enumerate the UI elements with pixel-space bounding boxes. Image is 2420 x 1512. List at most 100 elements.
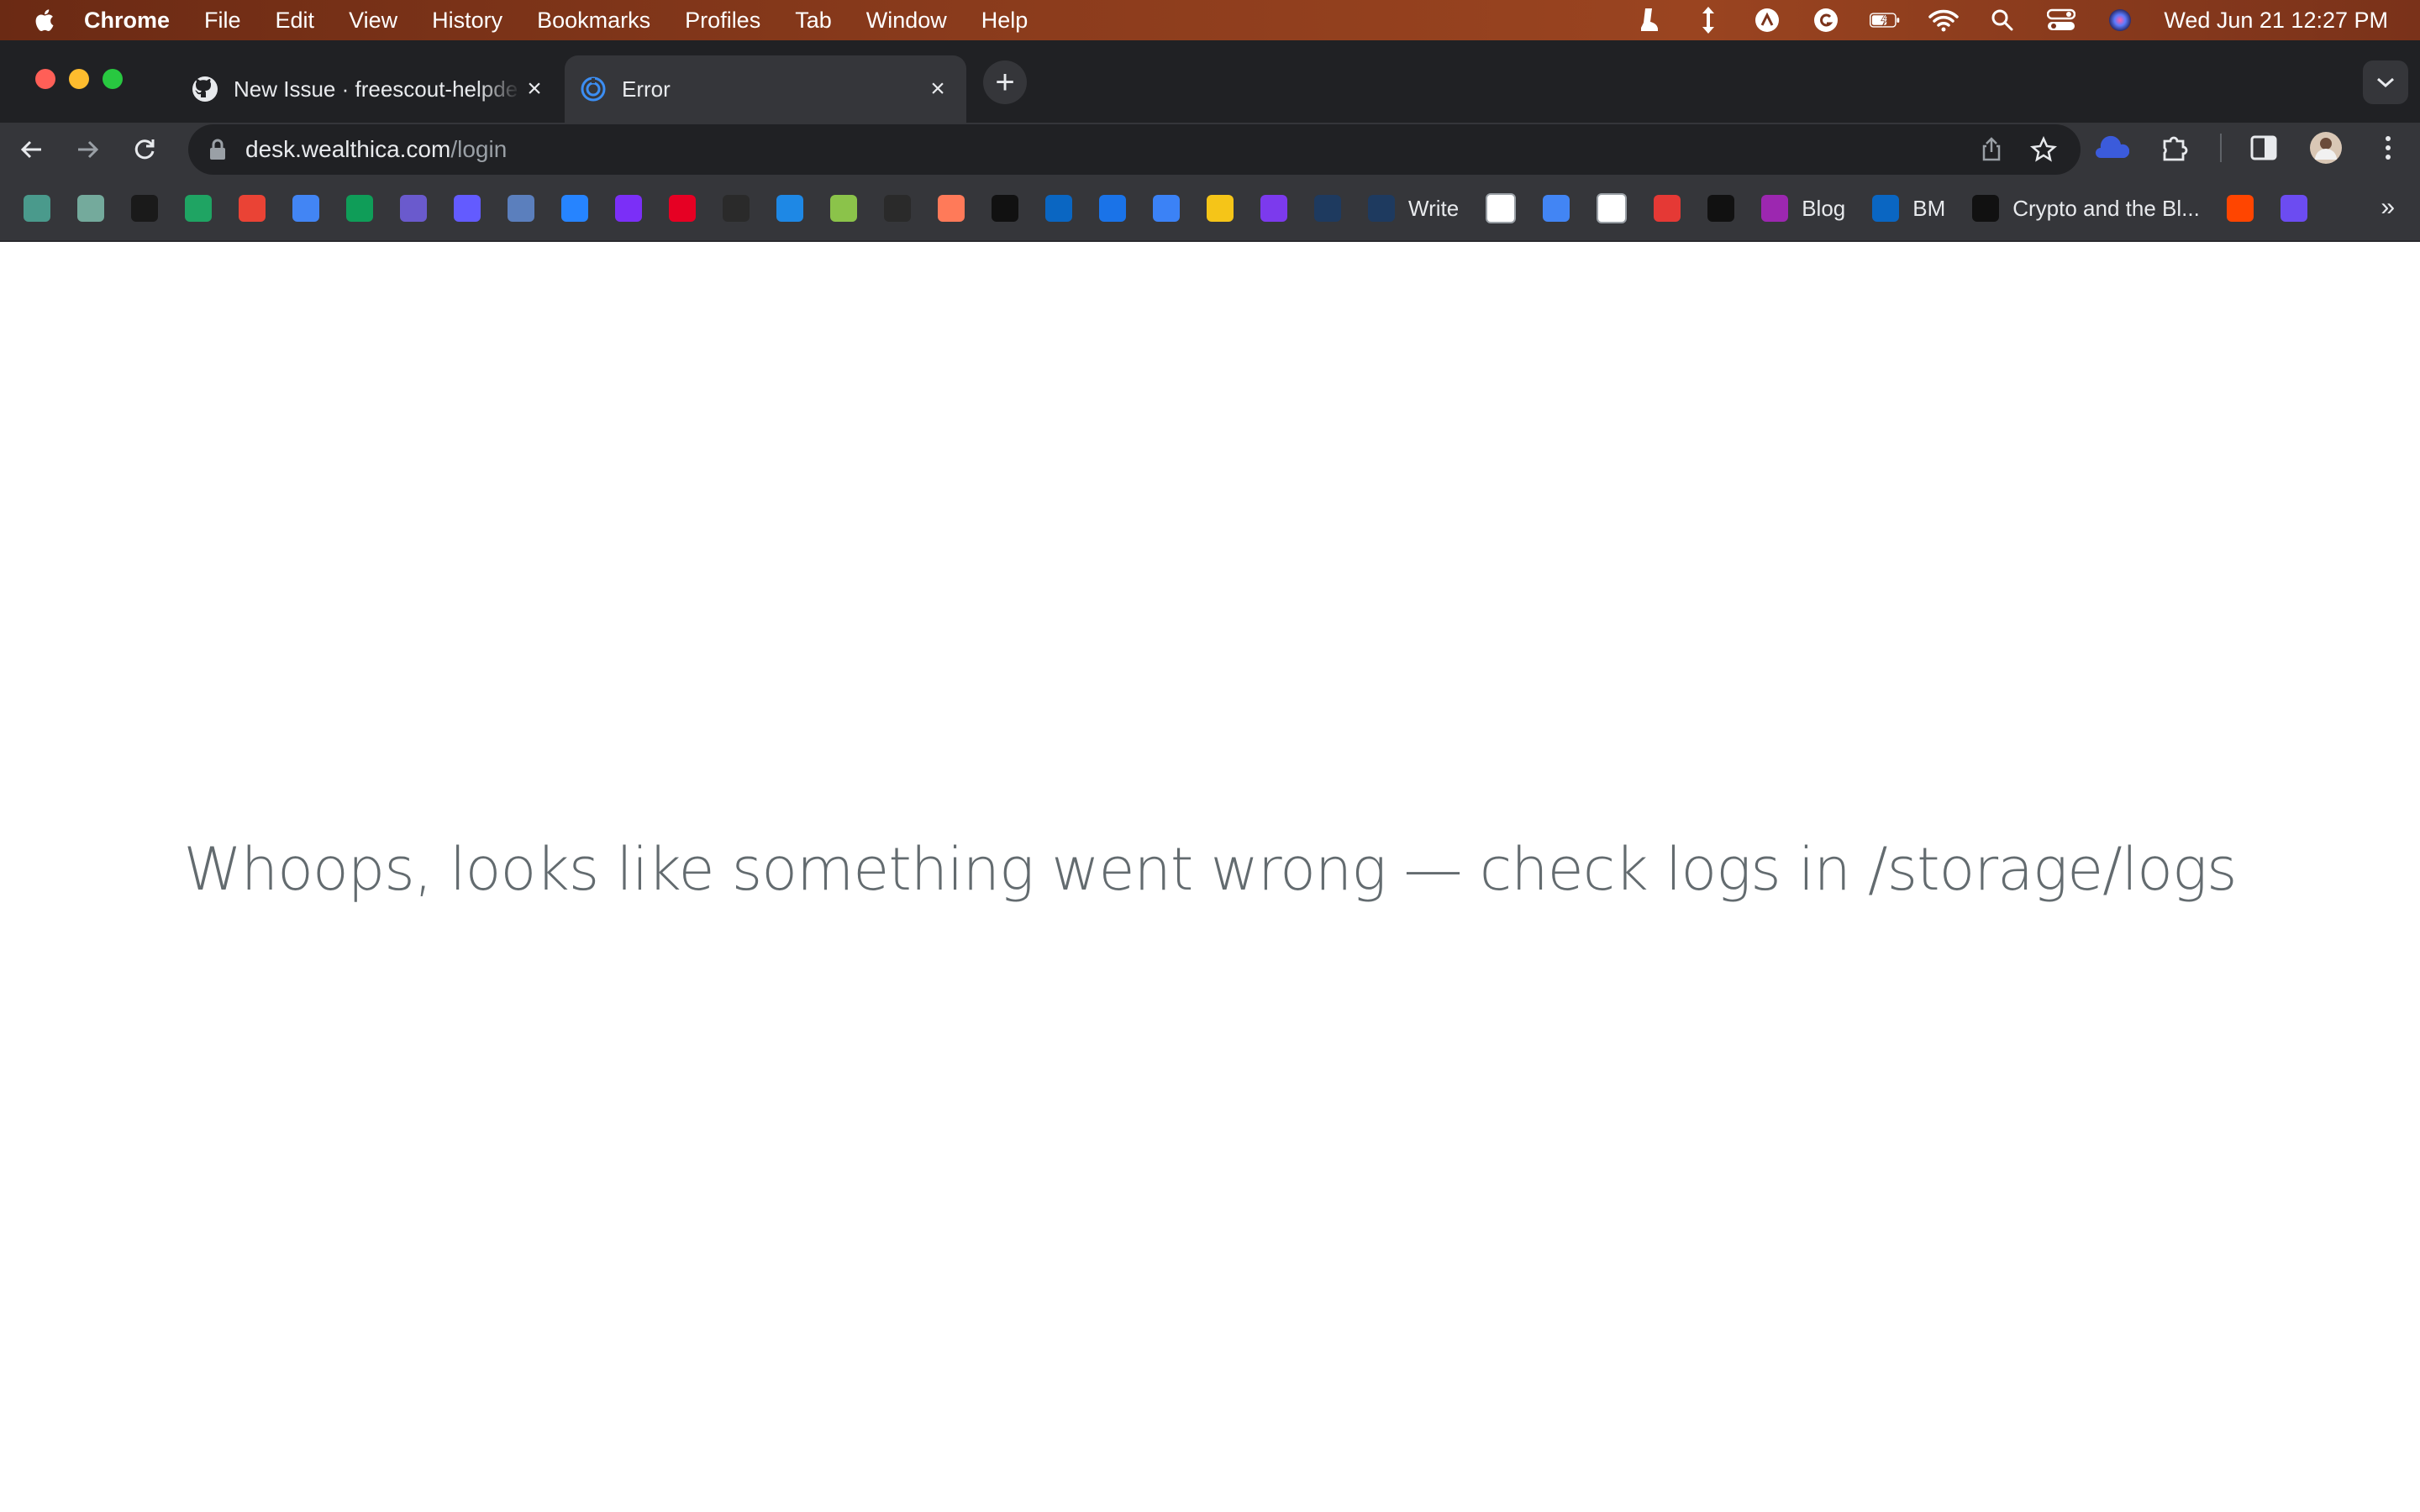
- bookmark-item[interactable]: [1045, 192, 1072, 225]
- window-minimize-button[interactable]: [69, 69, 89, 89]
- bookmark-item[interactable]: [2280, 192, 2307, 225]
- tab-new-issue[interactable]: New Issue · freescout-helpde ×: [176, 55, 563, 123]
- bookmark-item[interactable]: [1260, 192, 1287, 225]
- battery-icon[interactable]: [1870, 7, 1900, 34]
- side-panel-icon[interactable]: [2247, 131, 2281, 165]
- hubspot-icon: [938, 195, 965, 222]
- bookmark-item[interactable]: [561, 192, 588, 225]
- menu-app-name[interactable]: Chrome: [84, 8, 170, 34]
- calendar-icon: [292, 195, 319, 222]
- profile-avatar[interactable]: [2309, 131, 2343, 165]
- menu-history[interactable]: History: [432, 8, 502, 34]
- menu-profiles[interactable]: Profiles: [685, 8, 760, 34]
- gmail-icon: [239, 195, 266, 222]
- bookmark-item[interactable]: [185, 192, 212, 225]
- tab-search-button[interactable]: [2363, 60, 2408, 104]
- bookmark-item[interactable]: [24, 192, 50, 225]
- bookmark-item[interactable]: [776, 192, 803, 225]
- bookmarks-bar: Write Blog BM Crypto and the Bl... »: [0, 176, 2420, 242]
- menu-help[interactable]: Help: [981, 8, 1028, 34]
- chrome-toolbar: desk.wealthica.com/login: [0, 123, 2420, 176]
- bookmark-item[interactable]: [615, 192, 642, 225]
- bookmark-item[interactable]: Crypto and the Bl...: [1972, 192, 2200, 225]
- bookmark-item[interactable]: Blog: [1761, 192, 1845, 225]
- bookmark-item[interactable]: [723, 192, 750, 225]
- bookmarks-overflow-chevron-icon[interactable]: »: [2381, 193, 2395, 222]
- bookmark-item[interactable]: [2226, 192, 2254, 225]
- extension-cloud-icon[interactable]: [2096, 131, 2129, 165]
- bookmark-item[interactable]: [508, 192, 534, 225]
- google-icon: [1486, 193, 1517, 223]
- tab-title: New Issue · freescout-helpde: [234, 76, 518, 102]
- forward-button[interactable]: [71, 133, 104, 166]
- control-center-icon[interactable]: [2046, 7, 2076, 34]
- tab-error[interactable]: Error ×: [565, 55, 966, 123]
- shield-hex-icon: [1368, 195, 1395, 222]
- bookmark-item[interactable]: [400, 192, 427, 225]
- creative-cloud-icon[interactable]: [1752, 7, 1782, 34]
- medium-icon: [1972, 195, 2000, 222]
- wifi-icon[interactable]: [1928, 7, 1960, 34]
- pinterest-icon: [669, 195, 696, 222]
- goggles-icon: [1153, 195, 1180, 222]
- bookmark-item[interactable]: BM: [1872, 192, 1945, 225]
- more-menu-icon[interactable]: [2371, 131, 2405, 165]
- chrome-tab-strip: New Issue · freescout-helpde × Error × +: [0, 40, 2420, 123]
- menu-bookmarks[interactable]: Bookmarks: [537, 8, 650, 34]
- hexagon-icon: [615, 195, 642, 222]
- arrows-vertical-icon[interactable]: [1693, 7, 1723, 34]
- reload-button[interactable]: [128, 133, 161, 166]
- spotlight-search-icon[interactable]: [1987, 7, 2018, 34]
- s-icon: [454, 195, 481, 222]
- bookmark-item[interactable]: [884, 192, 911, 225]
- x-cross-icon: [400, 195, 427, 222]
- bookmark-item[interactable]: [938, 192, 965, 225]
- menu-edit[interactable]: Edit: [276, 8, 315, 34]
- menu-tab[interactable]: Tab: [795, 8, 832, 34]
- bookmark-item[interactable]: [131, 192, 158, 225]
- back-button[interactable]: [15, 133, 49, 166]
- bookmark-item[interactable]: Write: [1368, 192, 1459, 225]
- bookmark-item[interactable]: [1543, 192, 1570, 225]
- bookmark-item[interactable]: [1707, 192, 1735, 225]
- share-icon[interactable]: [1978, 136, 2005, 163]
- bookmark-item[interactable]: [992, 192, 1018, 225]
- window-close-button[interactable]: [35, 69, 55, 89]
- menu-file[interactable]: File: [204, 8, 241, 34]
- bookmark-item[interactable]: [239, 192, 266, 225]
- bookmark-item[interactable]: [454, 192, 481, 225]
- g-lowercase-icon: [884, 195, 911, 222]
- bookmark-item[interactable]: [346, 192, 373, 225]
- grammarly-icon[interactable]: [1811, 7, 1841, 34]
- window-zoom-button[interactable]: [103, 69, 123, 89]
- bookmark-item[interactable]: [1099, 192, 1126, 225]
- t-icon: [1654, 195, 1681, 222]
- bookmark-item[interactable]: [1654, 192, 1681, 225]
- apple-logo-icon[interactable]: [32, 8, 55, 33]
- extensions-puzzle-icon[interactable]: [2158, 131, 2191, 165]
- bookmark-item[interactable]: [292, 192, 319, 225]
- boot-icon[interactable]: [1634, 7, 1665, 34]
- bookmark-item[interactable]: [1314, 192, 1341, 225]
- lock-icon[interactable]: [208, 139, 227, 160]
- address-bar[interactable]: desk.wealthica.com/login: [188, 124, 2081, 175]
- siri-icon[interactable]: [2105, 7, 2135, 34]
- bookmark-item[interactable]: [1597, 192, 1628, 225]
- bookmark-label: Crypto and the Bl...: [2012, 195, 2200, 221]
- bookmark-label: Write: [1408, 195, 1460, 221]
- bookmark-item[interactable]: [1153, 192, 1180, 225]
- tab-close-icon[interactable]: ×: [521, 75, 548, 102]
- star-icon[interactable]: [2030, 136, 2057, 163]
- bookmark-item[interactable]: [669, 192, 696, 225]
- tab-close-icon[interactable]: ×: [924, 75, 951, 102]
- bookmark-item[interactable]: [1486, 192, 1517, 225]
- menu-bar-status-area: Wed Jun 21 12:27 PM: [1606, 0, 2420, 40]
- bookmark-item[interactable]: [830, 192, 857, 225]
- menu-view[interactable]: View: [349, 8, 397, 34]
- bookmark-item[interactable]: [1207, 192, 1234, 225]
- bookmark-item[interactable]: [77, 192, 104, 225]
- menu-bar-clock[interactable]: Wed Jun 21 12:27 PM: [2164, 8, 2388, 34]
- k-icon: [723, 195, 750, 222]
- new-tab-button[interactable]: +: [983, 60, 1027, 104]
- menu-window[interactable]: Window: [866, 8, 947, 34]
